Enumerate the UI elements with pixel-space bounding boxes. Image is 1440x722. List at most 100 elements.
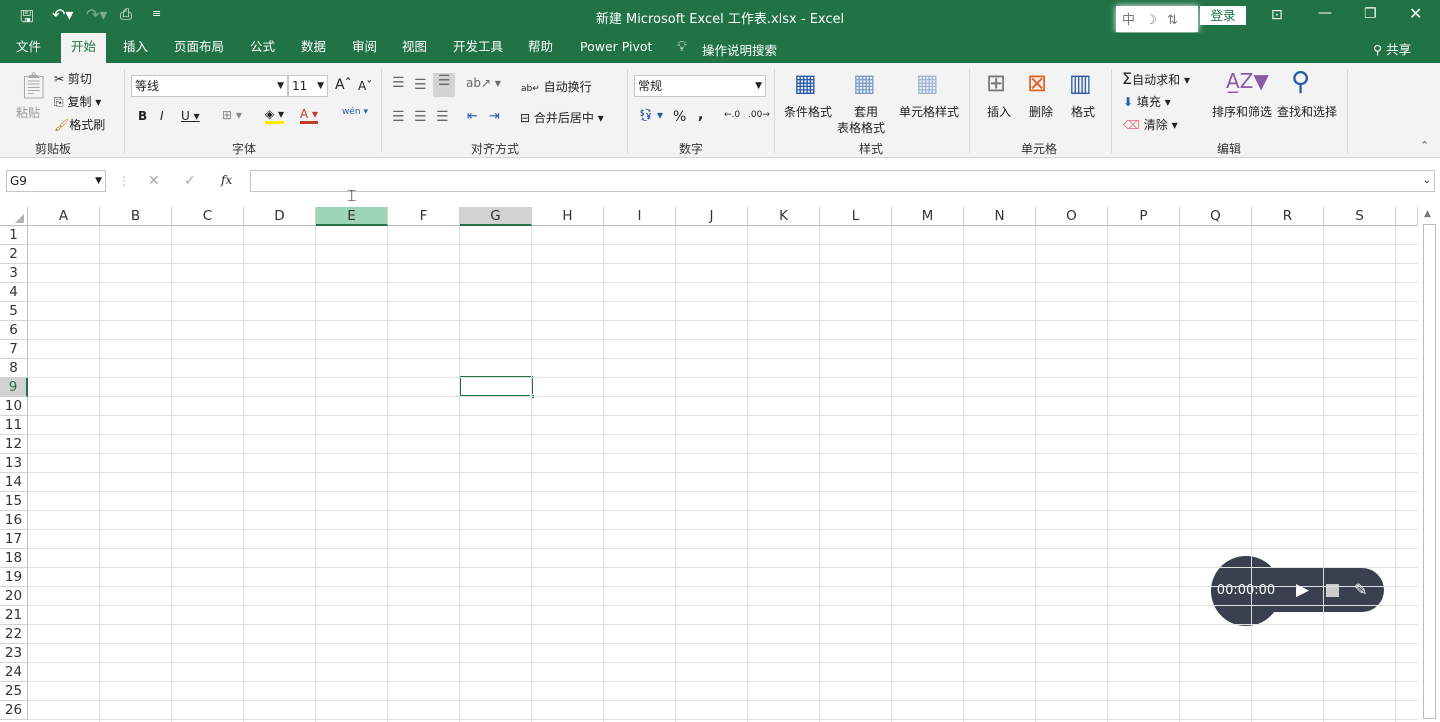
increase-indent-icon[interactable]: ⇥ bbox=[489, 109, 500, 124]
row-header-8[interactable]: 8 bbox=[0, 359, 28, 378]
row-header-19[interactable]: 19 bbox=[0, 568, 28, 587]
row-header-23[interactable]: 23 bbox=[0, 644, 28, 663]
conditional-format-button[interactable]: 条件格式 bbox=[784, 103, 832, 120]
fill-color-icon[interactable]: ◈ ▾ bbox=[265, 107, 285, 124]
row-header-2[interactable]: 2 bbox=[0, 245, 28, 264]
copy-button[interactable]: ⎘ 复制 ▾ bbox=[54, 93, 101, 110]
phonetic-button[interactable]: wén ▾ bbox=[342, 107, 368, 117]
tab-file[interactable]: 文件 bbox=[6, 33, 51, 63]
formula-input[interactable]: ⌄ bbox=[250, 170, 1435, 192]
column-header-G[interactable]: G bbox=[460, 207, 532, 226]
insert-cells-button[interactable]: 插入 bbox=[987, 103, 1011, 120]
comma-button[interactable]: , bbox=[698, 107, 703, 123]
paste-button[interactable]: 粘贴 bbox=[16, 104, 40, 121]
row-header-11[interactable]: 11 bbox=[0, 416, 28, 435]
sort-filter-button[interactable]: 排序和筛选 bbox=[1212, 103, 1272, 120]
align-right-icon[interactable]: ☰ bbox=[436, 109, 449, 125]
border-icon[interactable]: ⊞ ▾ bbox=[222, 108, 242, 122]
column-header-R[interactable]: R bbox=[1252, 207, 1324, 226]
format-painter-button[interactable]: 🖌︎格式刷 bbox=[54, 116, 105, 133]
decrease-font-icon[interactable]: Aˇ bbox=[358, 79, 372, 93]
column-header-P[interactable]: P bbox=[1108, 207, 1180, 226]
login-button[interactable]: 登录 bbox=[1200, 6, 1246, 25]
row-header-4[interactable]: 4 bbox=[0, 283, 28, 302]
fill-button[interactable]: ⬇ 填充 ▾ bbox=[1123, 93, 1171, 110]
align-bottom-icon[interactable]: ☰ bbox=[433, 73, 455, 97]
increase-decimal-icon[interactable]: ←.0 bbox=[724, 110, 740, 120]
column-header-E[interactable]: E bbox=[316, 207, 388, 226]
tab-review[interactable]: 审阅 bbox=[342, 33, 387, 63]
scrollbar-thumb[interactable] bbox=[1423, 224, 1436, 719]
column-header-L[interactable]: L bbox=[820, 207, 892, 226]
row-header-12[interactable]: 12 bbox=[0, 435, 28, 454]
tell-me-search[interactable]: 操作说明搜索 bbox=[702, 40, 777, 59]
decrease-decimal-icon[interactable]: .00→ bbox=[748, 110, 770, 120]
format-as-table-button[interactable]: 套用 bbox=[854, 103, 878, 120]
wrap-text-button[interactable]: ab↵ 自动换行 bbox=[521, 78, 592, 95]
tab-help[interactable]: 帮助 bbox=[518, 33, 563, 63]
row-header-20[interactable]: 20 bbox=[0, 587, 28, 606]
autosum-button[interactable]: Σ自动求和 ▾ bbox=[1122, 69, 1190, 88]
column-header-B[interactable]: B bbox=[100, 207, 172, 226]
column-header-D[interactable]: D bbox=[244, 207, 316, 226]
insert-function-icon[interactable]: fx bbox=[221, 173, 232, 187]
row-header-6[interactable]: 6 bbox=[0, 321, 28, 340]
row-header-1[interactable]: 1 bbox=[0, 226, 28, 245]
italic-button[interactable]: I bbox=[160, 109, 164, 123]
column-header-S[interactable]: S bbox=[1324, 207, 1396, 226]
row-header-14[interactable]: 14 bbox=[0, 473, 28, 492]
row-header-22[interactable]: 22 bbox=[0, 625, 28, 644]
tab-view[interactable]: 视图 bbox=[392, 33, 437, 63]
decrease-indent-icon[interactable]: ⇤ bbox=[467, 109, 478, 124]
drag-handle-icon[interactable]: ⋮ bbox=[118, 174, 130, 188]
align-middle-icon[interactable]: ☰ bbox=[414, 77, 427, 93]
row-header-24[interactable]: 24 bbox=[0, 663, 28, 682]
active-cell[interactable] bbox=[459, 376, 535, 399]
row-header-7[interactable]: 7 bbox=[0, 340, 28, 359]
ribbon-display-icon[interactable]: ⊡ bbox=[1271, 7, 1283, 23]
column-header-A[interactable]: A bbox=[28, 207, 100, 226]
row-header-13[interactable]: 13 bbox=[0, 454, 28, 473]
column-header-M[interactable]: M bbox=[892, 207, 964, 226]
column-header-partial[interactable] bbox=[1396, 207, 1418, 226]
collapse-ribbon-icon[interactable]: ⌃ bbox=[1420, 139, 1429, 152]
name-box[interactable]: G9 ▼ bbox=[6, 170, 106, 192]
row-header-10[interactable]: 10 bbox=[0, 397, 28, 416]
cell-styles-button[interactable]: 单元格样式 bbox=[899, 103, 959, 120]
column-header-O[interactable]: O bbox=[1036, 207, 1108, 226]
column-header-K[interactable]: K bbox=[748, 207, 820, 226]
enter-icon[interactable]: ✓ bbox=[184, 173, 196, 189]
scroll-up-icon[interactable]: ▲ bbox=[1424, 209, 1431, 219]
row-header-5[interactable]: 5 bbox=[0, 302, 28, 321]
column-header-J[interactable]: J bbox=[676, 207, 748, 226]
row-header-9[interactable]: 9 bbox=[0, 378, 28, 397]
row-header-17[interactable]: 17 bbox=[0, 530, 28, 549]
underline-button[interactable]: U ▾ bbox=[181, 109, 200, 123]
delete-cells-button[interactable]: 删除 bbox=[1029, 103, 1053, 120]
expand-formula-icon[interactable]: ⌄ bbox=[1423, 171, 1434, 191]
percent-button[interactable]: % bbox=[673, 109, 686, 125]
font-name-dropdown[interactable]: 等线 ▼ bbox=[131, 75, 288, 97]
ime-toolbar[interactable]: 中 ☽ ⇅ bbox=[1116, 6, 1198, 32]
column-header-H[interactable]: H bbox=[532, 207, 604, 226]
tab-data[interactable]: 数据 bbox=[291, 33, 336, 63]
tab-page-layout[interactable]: 页面布局 bbox=[164, 33, 234, 63]
row-header-3[interactable]: 3 bbox=[0, 264, 28, 283]
merge-center-button[interactable]: ⊟ 合并后居中 ▾ bbox=[520, 109, 604, 126]
number-format-dropdown[interactable]: 常规 ▼ bbox=[634, 75, 766, 97]
share-button[interactable]: ⚲ 共享 bbox=[1373, 39, 1411, 58]
row-header-16[interactable]: 16 bbox=[0, 511, 28, 530]
select-all-button[interactable] bbox=[0, 207, 28, 226]
play-button[interactable]: ▶ bbox=[1296, 580, 1309, 600]
restore-button[interactable]: ❐ bbox=[1364, 6, 1377, 22]
increase-font-icon[interactable]: Aˆ bbox=[335, 77, 352, 93]
row-header-25[interactable]: 25 bbox=[0, 682, 28, 701]
format-cells-button[interactable]: 格式 bbox=[1071, 103, 1095, 120]
tab-formulas[interactable]: 公式 bbox=[240, 33, 285, 63]
cancel-icon[interactable]: ✕ bbox=[148, 173, 160, 189]
column-header-F[interactable]: F bbox=[388, 207, 460, 226]
tab-developer[interactable]: 开发工具 bbox=[443, 33, 513, 63]
orientation-icon[interactable]: ab↗ ▾ bbox=[466, 76, 501, 90]
font-size-dropdown[interactable]: 11 ▼ bbox=[288, 75, 328, 97]
vertical-scrollbar[interactable]: ▲ bbox=[1420, 207, 1440, 722]
